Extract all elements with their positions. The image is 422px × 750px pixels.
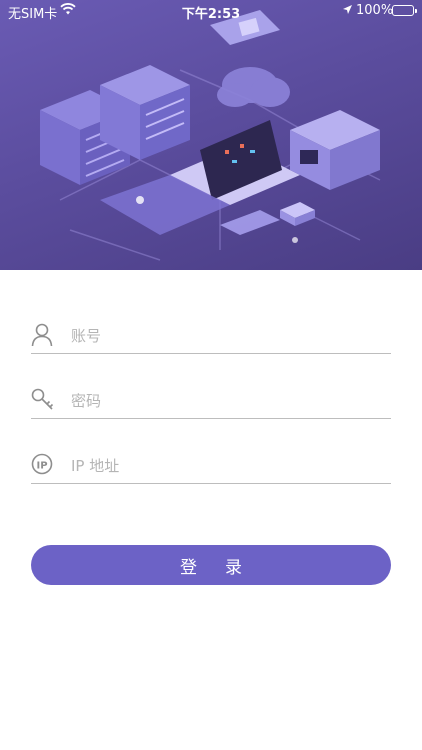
ip-address-input[interactable] — [71, 452, 381, 480]
ip-field-row: IP — [31, 448, 391, 484]
login-form: IP — [31, 318, 391, 513]
key-icon — [31, 388, 54, 412]
svg-text:IP: IP — [36, 461, 47, 472]
status-bar: 无SIM卡 下午2:53 100% — [0, 0, 422, 22]
login-button[interactable]: 登录 — [31, 545, 391, 585]
ip-icon: IP — [31, 453, 53, 477]
battery-percent: 100% — [356, 3, 394, 18]
battery-icon — [392, 5, 417, 16]
location-arrow-icon — [342, 4, 353, 19]
hero-banner — [0, 0, 422, 270]
password-field-row — [31, 383, 391, 419]
account-field-row — [31, 318, 391, 354]
account-input[interactable] — [71, 322, 381, 350]
user-icon — [31, 323, 53, 347]
server-network-illustration — [40, 10, 381, 261]
password-input[interactable] — [71, 387, 381, 415]
